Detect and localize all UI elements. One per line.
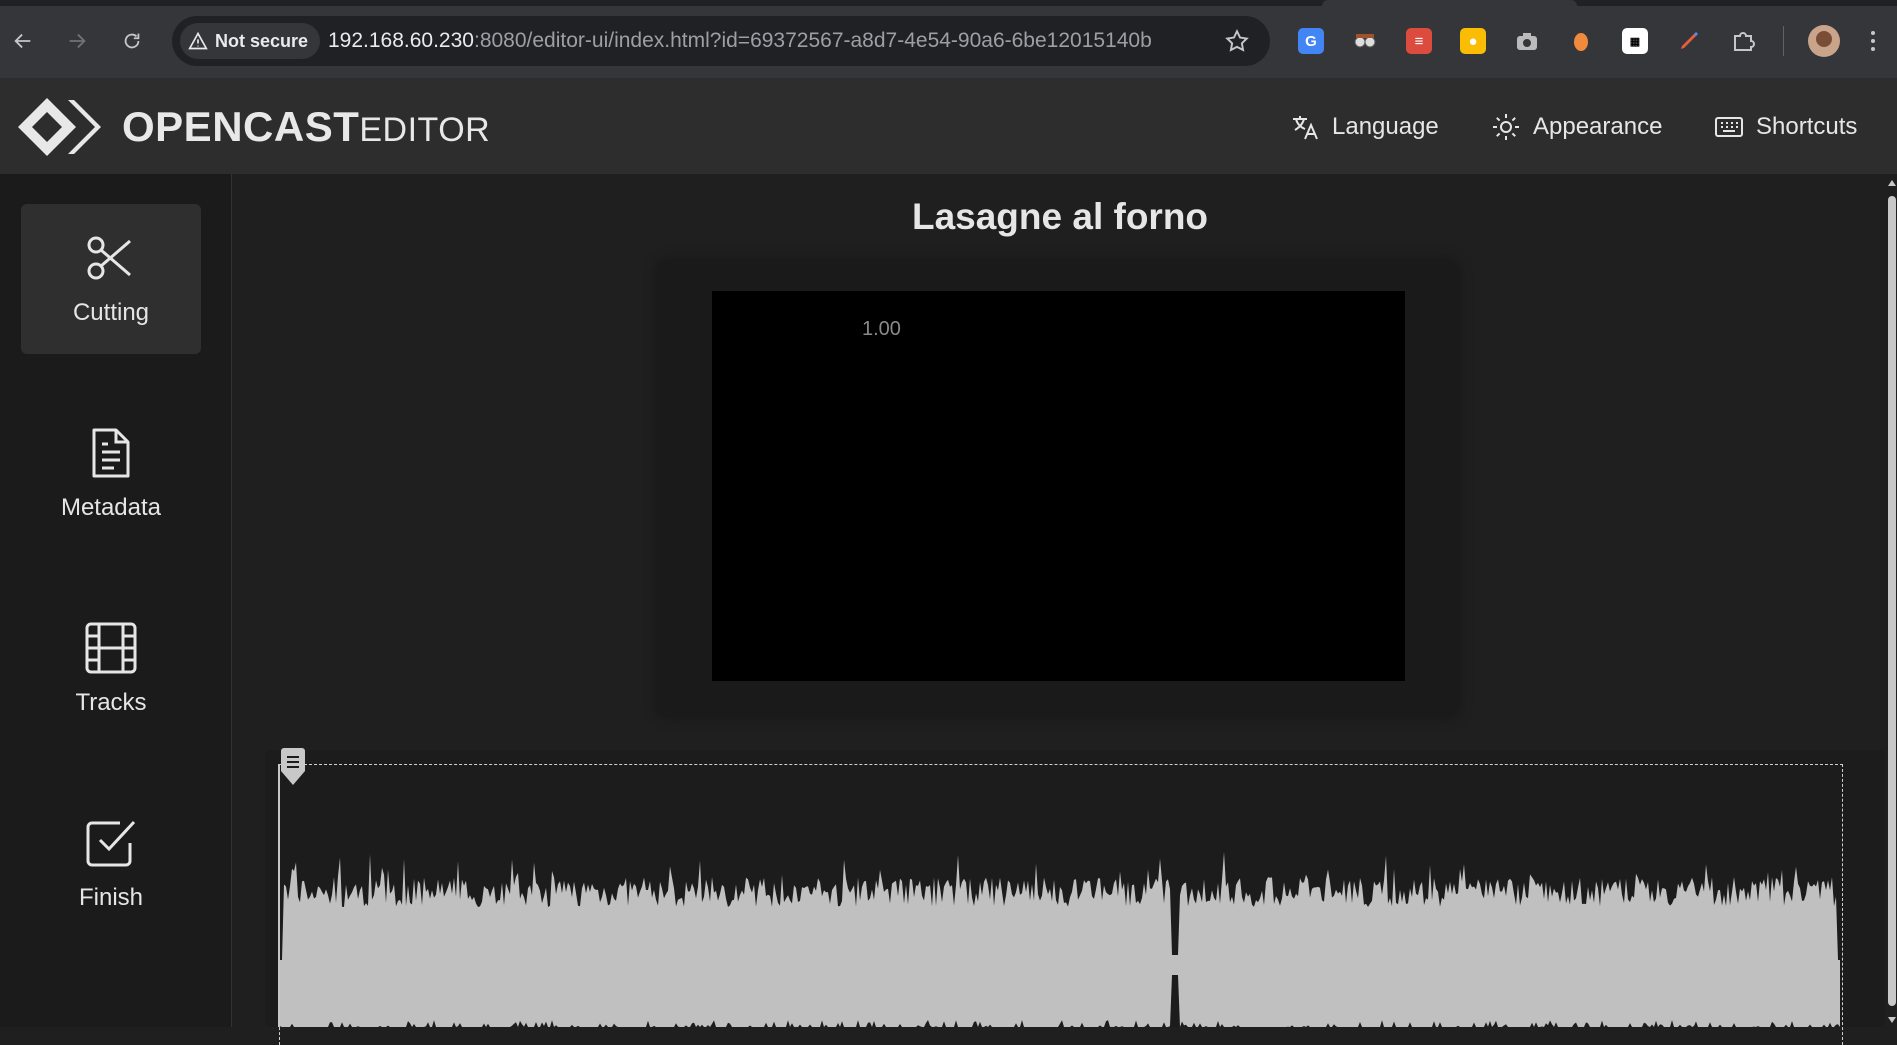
appearance-label: Appearance: [1533, 113, 1663, 140]
logo-bold-text: OPENCAST: [122, 103, 360, 150]
nav-label-tracks: Tracks: [75, 689, 147, 716]
keep-note-icon[interactable]: ●: [1460, 28, 1486, 54]
timeline[interactable]: [265, 748, 1885, 1045]
language-button[interactable]: Language: [1290, 108, 1439, 146]
qr-code-icon[interactable]: ▦: [1622, 28, 1648, 54]
url-text[interactable]: 192.168.60.230:8080/editor-ui/index.html…: [328, 29, 1152, 53]
scrollbar-thumb[interactable]: [1888, 196, 1896, 1006]
google-translate-icon[interactable]: G: [1298, 28, 1324, 54]
forward-button[interactable]: [62, 26, 92, 56]
nav-item-tracks[interactable]: Tracks: [21, 594, 201, 744]
security-chip[interactable]: Not secure: [180, 23, 321, 59]
shortcuts-button[interactable]: Shortcuts: [1714, 108, 1857, 146]
bookmark-star-icon[interactable]: [1224, 28, 1250, 54]
extensions-puzzle-icon[interactable]: [1730, 28, 1756, 54]
active-tab[interactable]: [1322, 0, 1577, 6]
document-icon: [92, 428, 130, 478]
film-icon: [85, 622, 137, 674]
video-title: Lasagne al forno: [911, 196, 1209, 237]
waveform-shape: [280, 851, 1840, 1027]
opencast-logo[interactable]: OPENCASTEDITOR: [16, 96, 490, 158]
reload-button[interactable]: [117, 26, 147, 56]
kebab-menu-icon[interactable]: [1866, 26, 1880, 56]
nav-label-finish: Finish: [78, 884, 144, 911]
opencast-logo-icon: [18, 98, 101, 156]
audio-waveform: [280, 851, 1840, 1027]
security-label: Not secure: [215, 30, 309, 51]
nav-item-metadata[interactable]: Metadata: [21, 399, 201, 549]
video-player[interactable]: 1.00: [712, 291, 1405, 681]
pen-icon[interactable]: [1676, 28, 1702, 54]
browser-toolbar: Not secure 192.168.60.230:8080/editor-ui…: [0, 0, 1897, 78]
appearance-button[interactable]: Appearance: [1491, 108, 1662, 146]
profile-avatar[interactable]: [1808, 25, 1840, 57]
playback-rate-label: 1.00: [862, 318, 901, 340]
camera-icon[interactable]: [1514, 28, 1540, 54]
back-arrow-icon: [14, 33, 31, 49]
scissors-icon: [87, 236, 131, 280]
sun-icon: [1493, 114, 1519, 140]
tab-strip: [0, 0, 1897, 6]
app-header: OPENCASTEDITOR Language Appearance Short…: [0, 78, 1897, 174]
back-button[interactable]: [8, 26, 38, 56]
page-scrollbar[interactable]: [1887, 174, 1897, 1027]
toolbar-separator: [1783, 26, 1784, 56]
url-host: 192.168.60.230: [328, 29, 474, 52]
keyboard-icon: [1715, 117, 1743, 137]
nav-item-cutting[interactable]: Cutting: [21, 204, 201, 354]
language-label: Language: [1332, 113, 1439, 140]
todoist-icon[interactable]: ≡: [1406, 28, 1432, 54]
nav-label-metadata: Metadata: [60, 494, 162, 521]
main-nav-sidebar: Cutting Metadata Tracks Finish: [0, 174, 232, 1027]
logo-wordmark: OPENCASTEDITOR: [122, 103, 490, 151]
url-path: :8080/editor-ui/index.html?id=69372567-a…: [473, 29, 1152, 52]
translate-icon: [1293, 116, 1318, 140]
forward-arrow-icon: [69, 33, 86, 49]
orange-dot-icon[interactable]: [1568, 28, 1594, 54]
checkbox-icon: [86, 820, 136, 867]
scroll-up-arrow-icon[interactable]: [1888, 180, 1896, 186]
playhead[interactable]: [278, 748, 305, 1027]
scroll-down-arrow-icon[interactable]: [1888, 1017, 1896, 1023]
video-player-card: 1.00: [658, 261, 1458, 716]
warning-triangle-icon: [188, 31, 208, 50]
spy-glasses-icon[interactable]: [1352, 28, 1378, 54]
reload-icon: [124, 33, 140, 49]
playhead-handle-icon[interactable]: [278, 747, 308, 787]
shortcuts-label: Shortcuts: [1756, 113, 1858, 140]
address-bar[interactable]: Not secure 192.168.60.230:8080/editor-ui…: [172, 16, 1270, 66]
nav-label-cutting: Cutting: [72, 299, 150, 326]
nav-item-finish[interactable]: Finish: [21, 789, 201, 939]
logo-light-text: EDITOR: [359, 111, 491, 149]
